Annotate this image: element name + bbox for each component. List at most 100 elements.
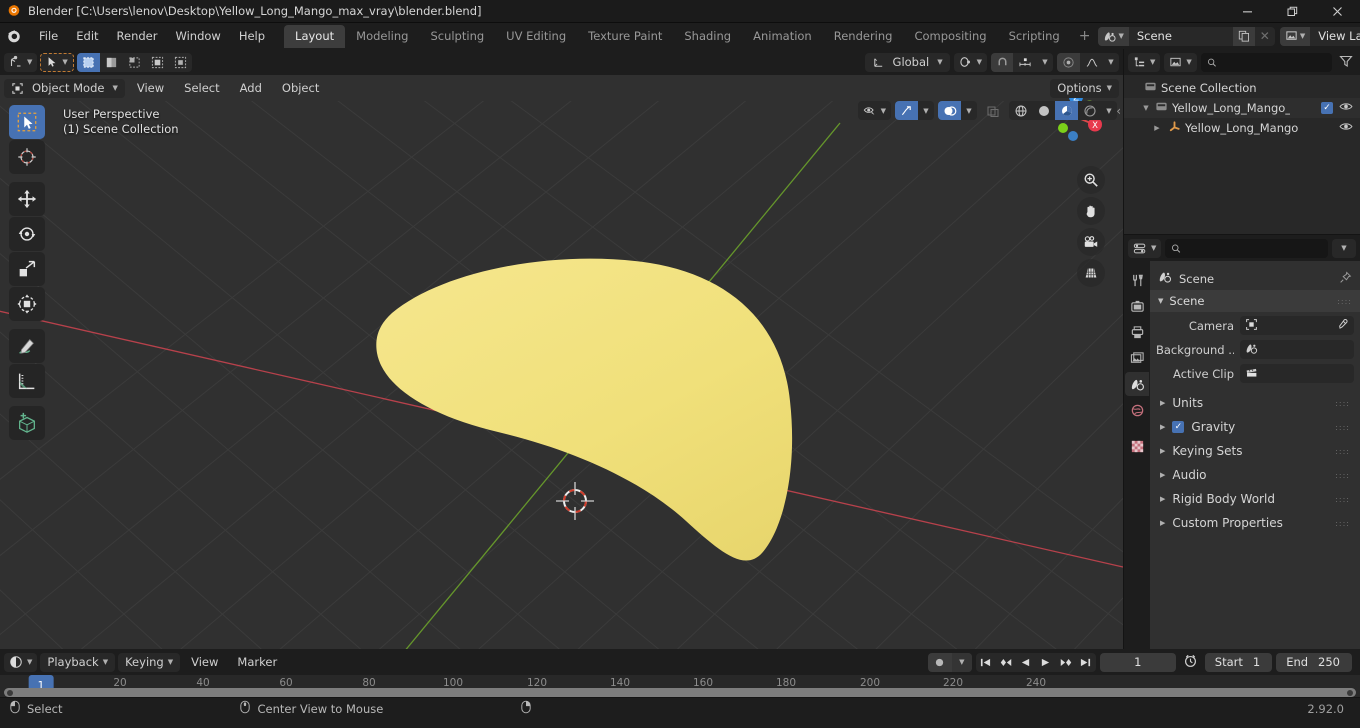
workspace-tab-sculpting[interactable]: Sculpting: [419, 25, 495, 48]
tool-cursor[interactable]: [9, 140, 45, 174]
sidebar-collapse-arrow-icon[interactable]: ‹: [1116, 104, 1121, 118]
show-gizmo-icon[interactable]: [895, 101, 918, 120]
viewport-menu-object[interactable]: Object: [274, 78, 327, 98]
outliner-row-mango-object[interactable]: ▶ Yellow_Long_Mango: [1124, 118, 1360, 138]
properties-search-box[interactable]: [1165, 238, 1328, 258]
window-maximize-button[interactable]: [1270, 0, 1315, 23]
use-preview-range-icon[interactable]: [1180, 653, 1201, 671]
add-workspace-button[interactable]: +: [1071, 26, 1099, 46]
select-invert-icon[interactable]: [146, 53, 169, 72]
workspace-tab-rendering[interactable]: Rendering: [823, 25, 904, 48]
current-frame-field[interactable]: 1: [1099, 652, 1176, 672]
shading-rendered-icon[interactable]: [1078, 101, 1101, 120]
workspace-tab-animation[interactable]: Animation: [742, 25, 823, 48]
shading-settings-chevron-icon[interactable]: ▼: [1101, 101, 1117, 120]
select-extend-icon[interactable]: [100, 53, 123, 72]
overlay-settings-chevron-icon[interactable]: ▼: [961, 101, 977, 120]
object-mode-selector[interactable]: Object Mode ▼: [4, 78, 125, 98]
background-scene-field[interactable]: [1240, 340, 1354, 359]
gizmo-settings-chevron-icon[interactable]: ▼: [918, 101, 934, 120]
tool-move[interactable]: [9, 182, 45, 216]
tool-annotate[interactable]: [9, 329, 45, 363]
panel-custom-properties[interactable]: ▶ Custom Properties ::::: [1150, 511, 1360, 535]
blender-menu-icon[interactable]: [6, 28, 22, 44]
auto-keying-chevron-icon[interactable]: ▼: [951, 652, 972, 672]
outliner-display-mode-selector[interactable]: ▼: [1164, 52, 1197, 72]
tool-transform[interactable]: [9, 287, 45, 321]
panel-audio[interactable]: ▶ Audio ::::: [1150, 463, 1360, 487]
active-clip-field[interactable]: [1240, 364, 1354, 383]
timeline-menu-playback[interactable]: Playback ▼: [40, 652, 116, 672]
jump-to-start-button[interactable]: [976, 653, 996, 672]
window-close-button[interactable]: [1315, 0, 1360, 23]
pan-hand-icon[interactable]: [1077, 197, 1105, 225]
workspace-tab-scripting[interactable]: Scripting: [998, 25, 1071, 48]
scene-unlink-icon[interactable]: ✕: [1255, 27, 1275, 46]
properties-tab-output[interactable]: [1125, 320, 1149, 344]
menu-window[interactable]: Window: [166, 26, 229, 46]
properties-tab-texture[interactable]: [1125, 434, 1149, 458]
object-visibility-selector[interactable]: ▼: [857, 101, 891, 120]
eyedropper-icon[interactable]: [1336, 318, 1349, 334]
ortho-persp-icon[interactable]: [1077, 259, 1105, 287]
timeline-menu-keying[interactable]: Keying ▼: [118, 652, 181, 672]
properties-tab-world[interactable]: [1125, 398, 1149, 422]
snap-magnet-icon[interactable]: [991, 52, 1013, 72]
view-layer-name-text[interactable]: View Layer: [1310, 29, 1360, 43]
shading-wireframe-icon[interactable]: [1009, 101, 1032, 120]
jump-to-end-button[interactable]: [1076, 653, 1096, 672]
properties-tab-view-layer[interactable]: [1125, 346, 1149, 370]
disclosure-triangle[interactable]: ▼: [1141, 104, 1151, 112]
panel-collapse-triangle[interactable]: ▶: [1160, 423, 1165, 431]
timeline-editor-type-selector[interactable]: ▼: [4, 652, 38, 672]
toggle-xray-icon[interactable]: [981, 101, 1005, 120]
panel-keying-sets[interactable]: ▶ Keying Sets ::::: [1150, 439, 1360, 463]
viewport-options-button[interactable]: Options ▼: [1050, 78, 1119, 98]
outliner-editor-type-selector[interactable]: ▼: [1128, 52, 1161, 72]
panel-rigid-body-world[interactable]: ▶ Rigid Body World ::::: [1150, 487, 1360, 511]
scene-new-copy-icon[interactable]: [1232, 26, 1255, 46]
properties-tab-render[interactable]: [1125, 294, 1149, 318]
select-set-icon[interactable]: [76, 52, 100, 72]
panel-units[interactable]: ▶ Units ::::: [1150, 391, 1360, 415]
transform-orientation-selector[interactable]: Global ▼: [864, 52, 950, 72]
active-tool-selector[interactable]: ▼: [40, 52, 74, 72]
proportional-falloff-chevron-icon[interactable]: ▼: [1103, 53, 1119, 72]
tool-select-box[interactable]: [9, 105, 45, 139]
select-subtract-icon[interactable]: [123, 53, 146, 72]
snap-settings-chevron-icon[interactable]: ▼: [1037, 53, 1053, 72]
zoom-icon[interactable]: [1077, 166, 1105, 194]
collection-exclude-checkbox[interactable]: ✓: [1321, 102, 1333, 114]
timeline-menu-view[interactable]: View: [183, 652, 226, 672]
outliner-search-box[interactable]: [1200, 52, 1332, 72]
properties-editor-type-selector[interactable]: ▼: [1128, 238, 1162, 258]
timeline-menu-marker[interactable]: Marker: [229, 652, 285, 672]
scene-panel-header[interactable]: ▼ Scene ::::: [1150, 290, 1360, 312]
outliner-search-input[interactable]: [1221, 55, 1326, 69]
properties-options-chevron-icon[interactable]: ▼: [1332, 238, 1356, 258]
pivot-point-selector[interactable]: ▼: [953, 52, 987, 72]
menu-edit[interactable]: Edit: [67, 26, 107, 46]
timeline-scrollbar[interactable]: [4, 688, 1356, 697]
tool-scale[interactable]: [9, 252, 45, 286]
workspace-tab-modeling[interactable]: Modeling: [345, 25, 419, 48]
outliner-filter-icon[interactable]: [1336, 54, 1356, 71]
outliner-tree[interactable]: Scene Collection ▼ Yellow_Long_Mango_002…: [1124, 75, 1360, 234]
auto-keyframe-record-icon[interactable]: [928, 653, 952, 672]
proportional-edit-icon[interactable]: [1057, 52, 1080, 72]
editor-type-selector[interactable]: ▼: [4, 52, 38, 72]
viewport-menu-view[interactable]: View: [129, 78, 172, 98]
panel-expand-triangle[interactable]: ▼: [1158, 297, 1163, 305]
select-intersect-icon[interactable]: [169, 53, 192, 72]
menu-file[interactable]: File: [30, 26, 67, 46]
menu-render[interactable]: Render: [108, 26, 167, 46]
play-reverse-button[interactable]: [1016, 653, 1036, 672]
properties-search-input[interactable]: [1186, 241, 1322, 255]
disclosure-triangle[interactable]: ▶: [1152, 124, 1162, 132]
viewport-canvas[interactable]: [0, 101, 1123, 649]
tool-measure[interactable]: [9, 364, 45, 398]
workspace-tab-compositing[interactable]: Compositing: [903, 25, 997, 48]
workspace-tab-shading[interactable]: Shading: [673, 25, 742, 48]
scene-name-text[interactable]: Scene: [1129, 29, 1233, 43]
panel-collapse-triangle[interactable]: ▶: [1160, 519, 1165, 527]
